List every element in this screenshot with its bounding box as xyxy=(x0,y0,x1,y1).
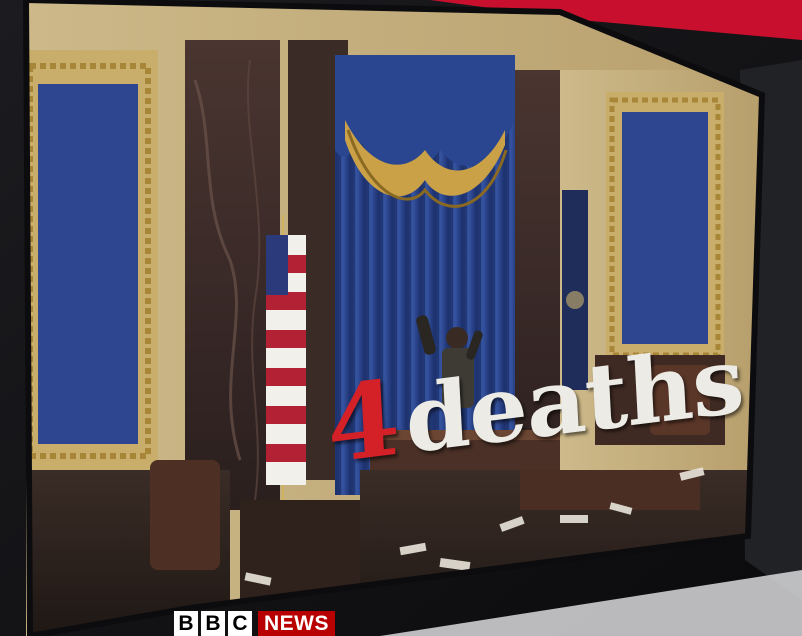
logo-news: NEWS xyxy=(258,611,335,636)
video-frame xyxy=(0,0,802,636)
us-flag xyxy=(266,235,306,485)
caption-number: 4 xyxy=(324,355,403,487)
bbc-news-logo: B B C NEWS xyxy=(174,611,335,636)
logo-letter-b1: B xyxy=(174,611,198,636)
logo-letter-c: C xyxy=(228,611,252,636)
logo-letter-b2: B xyxy=(201,611,225,636)
senate-chamber-image xyxy=(26,0,762,636)
